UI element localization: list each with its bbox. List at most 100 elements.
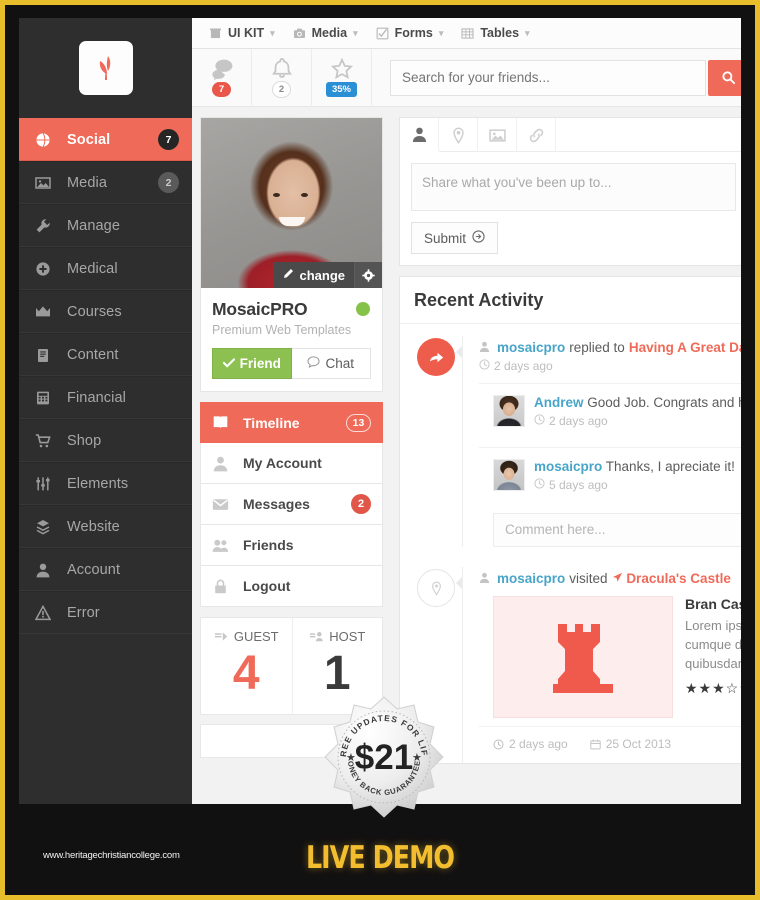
- comment-input[interactable]: Comment here...: [493, 513, 747, 547]
- submit-button[interactable]: Submit: [411, 222, 499, 254]
- sidebar-item-content[interactable]: Content: [19, 333, 192, 376]
- progress-counter[interactable]: 35%: [312, 48, 372, 107]
- profile-menu-messages[interactable]: Messages 2: [200, 484, 383, 525]
- profile-menu-logout[interactable]: Logout: [200, 566, 383, 607]
- mosaicpro-leaf-logo: [78, 41, 133, 95]
- search-input[interactable]: [390, 59, 706, 96]
- place-desc-line: cumque delectus: [685, 637, 748, 652]
- cart-icon: [35, 433, 51, 449]
- profile-menu-badge: 13: [346, 413, 371, 432]
- clock-icon: [534, 478, 545, 492]
- sidebar-item-manage[interactable]: Manage: [19, 204, 192, 247]
- main-content: UI KIT ▾ Media ▾ Forms ▾ Tables ▾ 7 2 35%: [192, 18, 748, 819]
- comment-body: Good Job. Congrats and hope: [587, 395, 748, 410]
- profile-menu-friends[interactable]: Friends: [200, 525, 383, 566]
- sidebar-item-financial[interactable]: Financial: [19, 376, 192, 419]
- sidebar-item-label: Media: [67, 174, 107, 191]
- counter-head: HOST: [293, 629, 383, 644]
- notifications-counter[interactable]: 2: [252, 48, 312, 107]
- sidebar-item-error[interactable]: Error: [19, 591, 192, 634]
- place-info: Bran Castle Lorem ipsum dolor cumque del…: [685, 596, 748, 718]
- price-sticker: FREE UPDATES FOR LIFE MONEY BACK GUARANT…: [318, 687, 446, 819]
- menu-tables[interactable]: Tables ▾: [455, 18, 539, 49]
- crown-icon: [35, 304, 51, 320]
- activity-target[interactable]: Having A Great Day: [629, 340, 748, 355]
- bell-icon: [271, 57, 293, 79]
- share-icon: [417, 338, 455, 376]
- sliders-icon: [35, 476, 57, 492]
- profile-menu-label: Logout: [243, 578, 291, 594]
- place-meta-text: 2 days ago: [509, 737, 568, 751]
- clock-icon: [493, 738, 504, 750]
- bell-icon: [271, 57, 293, 79]
- sidebar-item-media[interactable]: Media 2: [19, 161, 192, 204]
- profile-menu-my-account[interactable]: My Account: [200, 443, 383, 484]
- change-photo-bar[interactable]: change: [273, 262, 382, 288]
- place-meta-item: 25 Oct 2013: [590, 737, 671, 751]
- brand-logo-area[interactable]: [19, 18, 192, 118]
- menu-forms[interactable]: Forms ▾: [370, 18, 454, 49]
- friend-button[interactable]: Friend: [212, 348, 292, 379]
- clock-icon: [479, 359, 490, 373]
- change-photo-button[interactable]: change: [273, 262, 354, 288]
- counter-value: 1: [323, 647, 351, 700]
- rating-stars[interactable]: ★★★☆☆: [685, 680, 748, 697]
- sidebar-item-courses[interactable]: Courses: [19, 290, 192, 333]
- activity-user[interactable]: mosaicpro: [497, 571, 565, 586]
- counter-value: 4: [232, 647, 260, 700]
- checkbox-icon: [376, 27, 389, 40]
- share-tab-image[interactable]: [478, 118, 517, 152]
- clipboard-icon: [35, 347, 51, 363]
- calendar-icon: [590, 739, 601, 750]
- counter-label: GUEST: [233, 629, 279, 644]
- box-icon: [209, 27, 222, 40]
- recent-activity-title: Recent Activity: [400, 277, 747, 324]
- menu-media[interactable]: Media ▾: [287, 18, 368, 49]
- lock-icon: [212, 578, 234, 595]
- avatar: [493, 395, 525, 427]
- share-textarea[interactable]: Share what you've been up to...: [411, 163, 736, 211]
- crown-icon: [35, 304, 57, 320]
- table-icon: [461, 27, 474, 40]
- globe-icon: [35, 132, 51, 148]
- share-tab-link[interactable]: [517, 118, 556, 152]
- share-tab-person[interactable]: [400, 118, 439, 152]
- sidebar-item-label: Website: [67, 518, 120, 535]
- place-meta-item: 2 days ago: [493, 737, 568, 751]
- sidebar-item-label: Medical: [67, 260, 118, 277]
- comment-author[interactable]: Andrew: [534, 395, 584, 410]
- sidebar-item-medical[interactable]: Medical: [19, 247, 192, 290]
- menu-ui-kit[interactable]: UI KIT ▾: [203, 18, 285, 49]
- activity-user[interactable]: mosaicpro: [497, 340, 565, 355]
- svg-text:$21: $21: [355, 738, 413, 777]
- gear-icon[interactable]: [354, 262, 382, 288]
- sidebar-item-shop[interactable]: Shop: [19, 419, 192, 462]
- comment-author[interactable]: mosaicpro: [534, 459, 602, 474]
- activity-target[interactable]: Dracula's Castle: [612, 571, 731, 586]
- sidebar-item-elements[interactable]: Elements: [19, 462, 192, 505]
- sidebar-item-label: Manage: [67, 217, 120, 234]
- comments-icon: [211, 58, 233, 80]
- activity-action: visited: [569, 571, 608, 586]
- counter-label: HOST: [329, 629, 366, 644]
- arrow-circle-right-icon: [472, 230, 485, 246]
- share-card: Share what you've been up to... Submit: [399, 117, 748, 266]
- user-icon: [35, 562, 57, 578]
- profile-menu-timeline[interactable]: Timeline 13: [200, 402, 383, 443]
- sidebar-item-account[interactable]: Account: [19, 548, 192, 591]
- chat-button[interactable]: Chat: [291, 348, 371, 379]
- sidebar-item-website[interactable]: Website: [19, 505, 192, 548]
- warning-icon: [35, 604, 57, 621]
- activity-target-text: Dracula's Castle: [626, 571, 731, 586]
- clock-icon: [534, 414, 545, 428]
- sidebar-item-social[interactable]: Social 7: [19, 118, 192, 161]
- guest-icon: [214, 629, 229, 644]
- comment-text: Andrew Good Job. Congrats and hope: [534, 395, 748, 410]
- messages-counter[interactable]: 7: [192, 48, 252, 107]
- camera-icon: [293, 27, 306, 40]
- place-desc-line: quibusdam ipsa: [685, 656, 748, 671]
- sitemap-icon: [35, 519, 57, 535]
- activity-action: replied to: [569, 340, 625, 355]
- share-tab-location[interactable]: [439, 118, 478, 152]
- box-icon: [209, 27, 222, 40]
